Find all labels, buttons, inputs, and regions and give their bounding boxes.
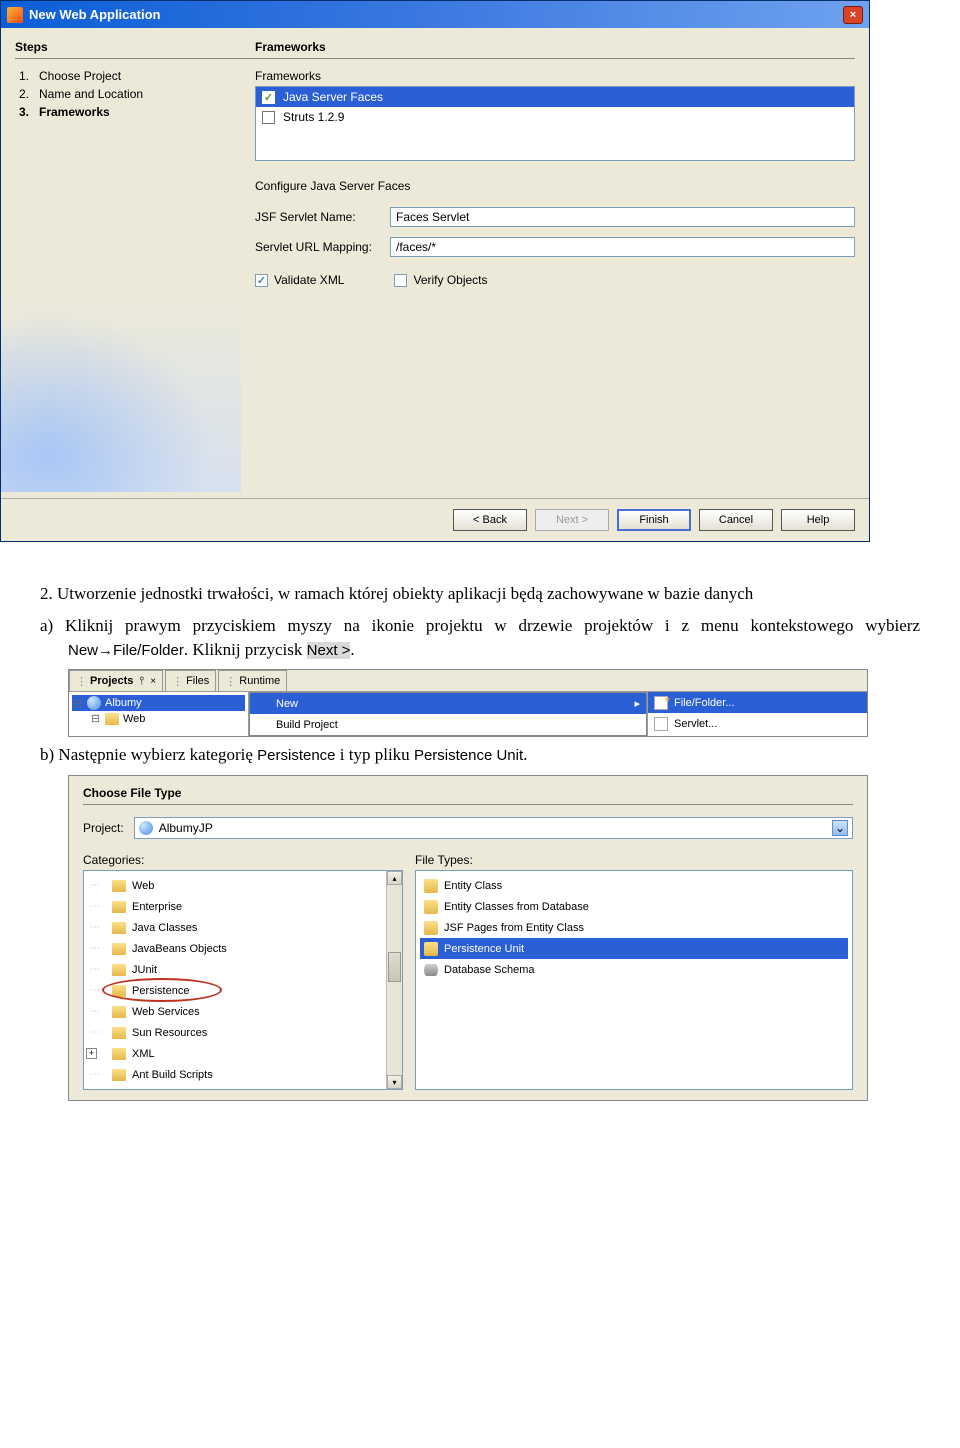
filetype-item[interactable]: Entity Classes from Database [420, 896, 848, 917]
submenu-servlet[interactable]: Servlet... [648, 713, 867, 734]
folder-icon [112, 943, 126, 955]
app-icon [7, 7, 23, 23]
project-icon [139, 821, 153, 835]
folder-icon [112, 1027, 126, 1039]
scrollbar[interactable]: ▴ ▾ [386, 871, 402, 1089]
categories-label: Categories: [83, 853, 403, 867]
file-icon [654, 717, 668, 731]
tree-child[interactable]: ⊟Web [72, 711, 245, 726]
project-label: Project: [83, 821, 124, 835]
chevron-down-icon[interactable]: ⌄ [832, 820, 848, 836]
configure-label: Configure Java Server Faces [255, 179, 855, 193]
url-mapping-input[interactable] [390, 237, 855, 257]
folder-icon [112, 985, 126, 997]
filetype-icon [424, 921, 438, 935]
category-item[interactable]: ⋯Sun Resources [84, 1022, 402, 1043]
cancel-button[interactable]: Cancel [699, 509, 773, 531]
filetype-item[interactable]: JSF Pages from Entity Class [420, 917, 848, 938]
category-item[interactable]: ⋯Ant Build Scripts [84, 1064, 402, 1085]
folder-icon [112, 922, 126, 934]
category-item[interactable]: ⋯Web Services [84, 1001, 402, 1022]
scroll-up-icon[interactable]: ▴ [387, 871, 402, 885]
dialog-title: New Web Application [29, 7, 843, 22]
frameworks-listbox[interactable]: ✓ Java Server Faces Struts 1.2.9 [255, 86, 855, 161]
filetypes-label: File Types: [415, 853, 853, 867]
filetype-icon [424, 942, 438, 956]
project-combo[interactable]: AlbumyJP ⌄ [134, 817, 853, 839]
framework-item-struts[interactable]: Struts 1.2.9 [256, 107, 854, 127]
filetype-item[interactable]: Persistence Unit [420, 938, 848, 959]
frameworks-panel: Frameworks Frameworks ✓ Java Server Face… [255, 40, 855, 492]
validate-xml-checkbox[interactable]: ✓ Validate XML [255, 273, 344, 287]
choose-file-type-panel: Choose File Type Project: AlbumyJP ⌄ Cat… [68, 775, 868, 1101]
category-item[interactable]: ⋯Persistence [84, 980, 402, 1001]
frameworks-label: Frameworks [255, 69, 855, 83]
choose-file-type-title: Choose File Type [83, 786, 853, 805]
context-menu-screenshot: ⋮Projects⫯× ⋮Files ⋮Runtime ⊟Albumy ⊟Web… [68, 669, 868, 737]
filetype-icon [424, 964, 438, 976]
folder-icon [112, 1069, 126, 1081]
folder-icon [105, 713, 119, 725]
new-web-app-dialog: New Web Application × Steps 1.Choose Pro… [0, 0, 870, 542]
tree-root[interactable]: ⊟Albumy [72, 695, 245, 711]
category-item[interactable]: ⋯JUnit [84, 959, 402, 980]
project-icon [87, 696, 101, 710]
steps-list: 1.Choose Project 2.Name and Location 3.F… [15, 67, 255, 121]
jsf-name-label: JSF Servlet Name: [255, 210, 390, 224]
filetype-item[interactable]: Entity Class [420, 875, 848, 896]
submenu[interactable]: File/Folder... Servlet... [647, 692, 867, 736]
category-item[interactable]: ⋯Enterprise [84, 896, 402, 917]
category-item[interactable]: ⋯JavaBeans Objects [84, 938, 402, 959]
instruction-2: 2. Utworzenie jednostki trwałości, w ram… [40, 582, 920, 606]
framework-item-jsf[interactable]: ✓ Java Server Faces [256, 87, 854, 107]
next-button: Next > [535, 509, 609, 531]
folder-icon [112, 880, 126, 892]
instruction-2a: a) Kliknij prawym przyciskiem myszy na i… [68, 614, 920, 662]
tab-projects[interactable]: ⋮Projects⫯× [69, 670, 163, 691]
context-menu[interactable]: New▸ Build Project [249, 692, 647, 736]
checkbox-icon[interactable] [394, 274, 407, 287]
categories-listbox[interactable]: ⋯Web⋯Enterprise⋯Java Classes⋯JavaBeans O… [83, 870, 403, 1090]
chevron-right-icon: ▸ [634, 697, 640, 710]
filetypes-listbox[interactable]: Entity ClassEntity Classes from Database… [415, 870, 853, 1090]
titlebar: New Web Application × [1, 1, 869, 28]
verify-objects-checkbox[interactable]: Verify Objects [394, 273, 487, 287]
new-file-icon [654, 696, 668, 710]
menu-build[interactable]: Build Project [250, 714, 646, 735]
checkbox-icon[interactable]: ✓ [262, 91, 275, 104]
steps-panel: Steps 1.Choose Project 2.Name and Locati… [15, 40, 255, 492]
button-bar: < Back Next > Finish Cancel Help [1, 498, 869, 541]
category-item[interactable]: ⋯Web [84, 875, 402, 896]
decorative-gradient [1, 292, 241, 492]
frameworks-heading: Frameworks [255, 40, 855, 59]
tab-runtime[interactable]: ⋮Runtime [218, 670, 287, 691]
tab-files[interactable]: ⋮Files [165, 670, 216, 691]
scroll-down-icon[interactable]: ▾ [387, 1075, 402, 1089]
checkbox-icon[interactable] [262, 111, 275, 124]
project-tree[interactable]: ⊟Albumy ⊟Web [69, 692, 249, 736]
folder-icon [112, 964, 126, 976]
finish-button[interactable]: Finish [617, 509, 691, 531]
category-item[interactable]: ⋯Java Classes [84, 917, 402, 938]
instruction-2b: b) Następnie wybierz kategorię Persisten… [68, 743, 920, 767]
menu-new[interactable]: New▸ [250, 693, 646, 714]
folder-icon [112, 1048, 126, 1060]
url-mapping-label: Servlet URL Mapping: [255, 240, 390, 254]
category-item[interactable]: ⋯+XML [84, 1043, 402, 1064]
folder-icon [112, 901, 126, 913]
filetype-icon [424, 900, 438, 914]
submenu-filefolder[interactable]: File/Folder... [648, 692, 867, 713]
jsf-name-input[interactable] [390, 207, 855, 227]
checkbox-icon[interactable]: ✓ [255, 274, 268, 287]
close-icon[interactable]: × [843, 6, 863, 24]
back-button[interactable]: < Back [453, 509, 527, 531]
steps-heading: Steps [15, 40, 255, 59]
scroll-thumb[interactable] [388, 952, 401, 982]
filetype-item[interactable]: Database Schema [420, 959, 848, 980]
help-button[interactable]: Help [781, 509, 855, 531]
folder-icon [112, 1006, 126, 1018]
filetype-icon [424, 879, 438, 893]
